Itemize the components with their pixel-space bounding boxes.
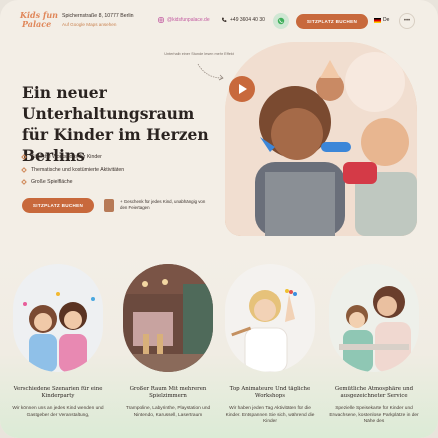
feature-item: Thematische und kostümierte Aktivitäten [21, 166, 124, 173]
card-photo [13, 264, 103, 372]
card-text: Trampoline, Labyrinthe, Playstation und … [125, 406, 211, 418]
whatsapp-button[interactable] [273, 13, 289, 29]
language-label: De [383, 17, 390, 23]
phone-link[interactable]: +49 3604 40 30 [221, 17, 265, 23]
phone-number: +49 3604 40 30 [230, 17, 265, 23]
hero-book-button[interactable]: Sitzplatz buchen [22, 198, 94, 213]
card-title: Top Animateure Und tägliche Workshops [229, 386, 311, 399]
diamond-bullet-icon [21, 179, 27, 185]
hero-note: Unterhalb einer Stunde lesen mehr Effekt [164, 52, 234, 56]
more-menu-button[interactable]: ••• [399, 13, 415, 29]
gift-note: + Geschenk für jedes Kind, unabhängig vo… [120, 199, 206, 210]
address-text: Spichernstraße 8, 10777 Berlin [62, 13, 134, 19]
logo-line-2: Palace [22, 19, 52, 29]
instagram-handle: @kidsfunpalace.de [167, 17, 210, 23]
diamond-bullet-icon [21, 166, 27, 173]
google-maps-link[interactable]: Auf Google Maps ansehen [62, 22, 134, 27]
card-play-rooms[interactable]: Großer Raum Mit mehreren Spielzimmern Tr… [120, 264, 216, 419]
card-photo [225, 264, 315, 372]
feature-cards: Verschiedene Szenarien für eine Kinderpa… [0, 250, 438, 438]
logo[interactable]: Kids fun Palace [20, 11, 58, 33]
card-photo [123, 264, 213, 372]
play-video-button[interactable] [229, 76, 255, 102]
curved-arrow-icon [197, 63, 224, 81]
card-text: Spezielle Speisekarte für Kinder und Erw… [329, 406, 419, 424]
language-switcher[interactable]: De [374, 17, 389, 23]
german-flag-icon [374, 17, 381, 23]
hero-photo [225, 42, 417, 236]
card-title: Großer Raum Mit mehreren Spielzimmern [129, 386, 207, 399]
feature-item: Tägliche Workshops für Kinder [21, 154, 124, 160]
card-animators-workshops[interactable]: Top Animateure Und tägliche Workshops Wi… [222, 264, 318, 426]
card-party-scenarios[interactable]: Verschiedene Szenarien für eine Kinderpa… [10, 264, 106, 419]
header-book-button[interactable]: Sitzplatz buchen [296, 14, 368, 29]
diamond-bullet-icon [21, 154, 27, 160]
card-text: Wir können uns an jedes Kind wenden und … [12, 406, 104, 418]
whatsapp-icon [277, 17, 285, 25]
card-title: Verschiedene Szenarien für eine Kinderpa… [13, 386, 103, 399]
page: Kids fun Palace Spichernstraße 8, 10777 … [0, 0, 438, 438]
card-text: Wir haben jeden Tag Aktivitäten für die … [225, 406, 315, 424]
card-title: Gemütliche Atmosphäre und ausgezeichnete… [334, 386, 414, 399]
card-photo [329, 264, 419, 372]
instagram-link[interactable]: @kidsfunpalace.de [158, 17, 210, 23]
hero-illustration [225, 42, 417, 236]
address-block: Spichernstraße 8, 10777 Berlin Auf Googl… [62, 13, 134, 27]
card-atmosphere-service[interactable]: Gemütliche Atmosphäre und ausgezeichnete… [326, 264, 422, 426]
instagram-icon [158, 17, 164, 23]
gift-icon [104, 199, 114, 212]
site-header: Kids fun Palace Spichernstraße 8, 10777 … [0, 0, 438, 44]
feature-item: Große Spielfläche [21, 179, 124, 185]
phone-icon [222, 17, 227, 22]
feature-list: Tägliche Workshops für Kinder Thematisch… [21, 154, 124, 192]
